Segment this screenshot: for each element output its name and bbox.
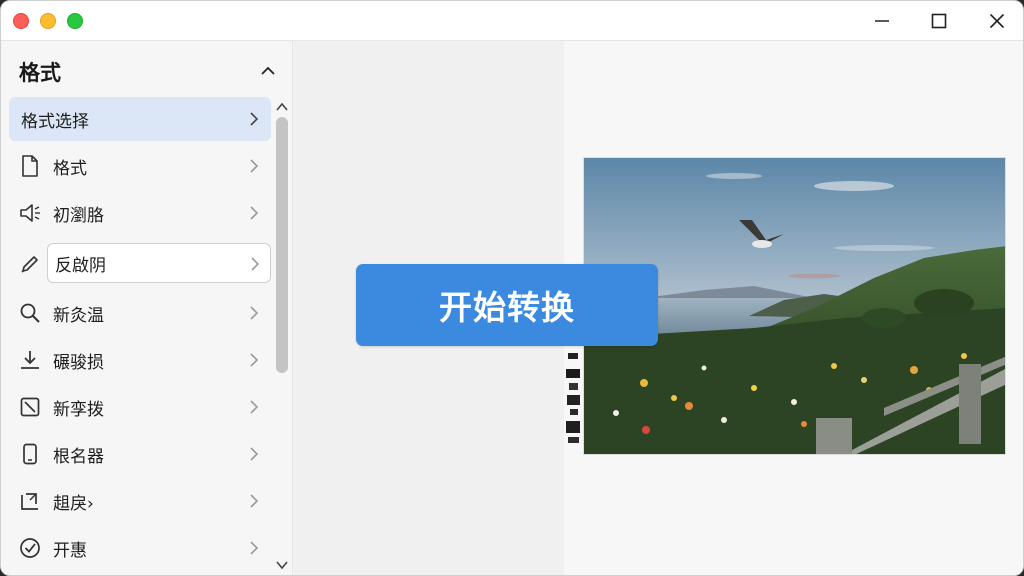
sidebar-item-label: 格式选择: [21, 111, 89, 132]
export-icon: [19, 490, 41, 512]
sidebar-scrollbar[interactable]: [274, 99, 290, 575]
sidebar-item-format-select[interactable]: 格式选择: [9, 97, 271, 141]
chevron-right-icon: [245, 539, 263, 557]
scroll-up-icon[interactable]: [274, 99, 290, 115]
pencil-icon: [19, 253, 41, 275]
sidebar-item-format[interactable]: 格式: [9, 144, 271, 188]
close-icon[interactable]: [985, 9, 1009, 33]
chevron-right-icon: [245, 445, 263, 463]
sidebar-item-audio[interactable]: 初瀏胳: [9, 191, 271, 235]
chevron-right-icon: [245, 398, 263, 416]
close-traffic-light[interactable]: [13, 13, 29, 29]
sidebar-item-label: 碾骏损: [53, 352, 104, 373]
title-bar: [1, 1, 1023, 41]
chevron-right-icon: [245, 110, 263, 128]
sidebar-title: 格式: [19, 61, 61, 85]
sidebar-item-search[interactable]: 新灸温: [9, 291, 271, 335]
check-circle-icon: [19, 537, 41, 559]
chevron-right-icon: [245, 492, 263, 510]
sidebar-item-start[interactable]: 开惠: [9, 526, 271, 570]
sidebar-item-label: 反啟阴: [55, 255, 106, 276]
sidebar-item-label: 新灸温: [53, 305, 104, 326]
crop-icon: [19, 396, 41, 418]
download-icon: [19, 349, 41, 371]
start-convert-button[interactable]: 开始转换: [356, 264, 658, 346]
chevron-up-icon[interactable]: [256, 59, 280, 83]
format-sidebar: 格式 格式选择 格式 初瀏胳 反啟阴 新灸温 碾骏损 新孪拨 根名器 趄戾› 开…: [1, 41, 293, 575]
chevron-right-icon: [245, 304, 263, 322]
sidebar-item-crop[interactable]: 新孪拨: [9, 385, 271, 429]
zoom-traffic-light[interactable]: [67, 13, 83, 29]
scroll-down-icon[interactable]: [274, 557, 290, 573]
scrollbar-thumb[interactable]: [276, 117, 288, 373]
chevron-right-icon: [245, 351, 263, 369]
sidebar-item-label: 趄戾›: [53, 493, 94, 514]
sidebar-item-label: 初瀏胳: [53, 205, 104, 226]
chevron-right-icon: [246, 255, 264, 273]
glitch-artifact: [566, 353, 580, 443]
search-icon: [19, 302, 41, 324]
phone-icon: [19, 443, 41, 465]
sidebar-item-label: 根名器: [53, 446, 104, 467]
speaker-icon: [19, 202, 41, 224]
main-content: 开始转换: [294, 41, 1023, 575]
sidebar-item-label: 格式: [53, 158, 87, 179]
sidebar-item-label: 新孪拨: [53, 399, 104, 420]
sidebar-header: 格式: [1, 41, 293, 97]
maximize-icon[interactable]: [927, 9, 951, 33]
sidebar-item-edit[interactable]: 反啟阴: [47, 243, 271, 283]
sidebar-item-label: 开惠: [53, 540, 87, 561]
minimize-traffic-light[interactable]: [40, 13, 56, 29]
chevron-right-icon: [245, 204, 263, 222]
document-icon: [19, 155, 41, 177]
chevron-right-icon: [245, 157, 263, 175]
sidebar-item-export[interactable]: 趄戾›: [9, 479, 271, 523]
minimize-icon[interactable]: [870, 9, 894, 33]
sidebar-item-download[interactable]: 碾骏损: [9, 338, 271, 382]
app-window: 格式 格式选择 格式 初瀏胳 反啟阴 新灸温 碾骏损 新孪拨 根名器 趄戾› 开…: [0, 0, 1024, 576]
sidebar-item-device[interactable]: 根名器: [9, 432, 271, 476]
